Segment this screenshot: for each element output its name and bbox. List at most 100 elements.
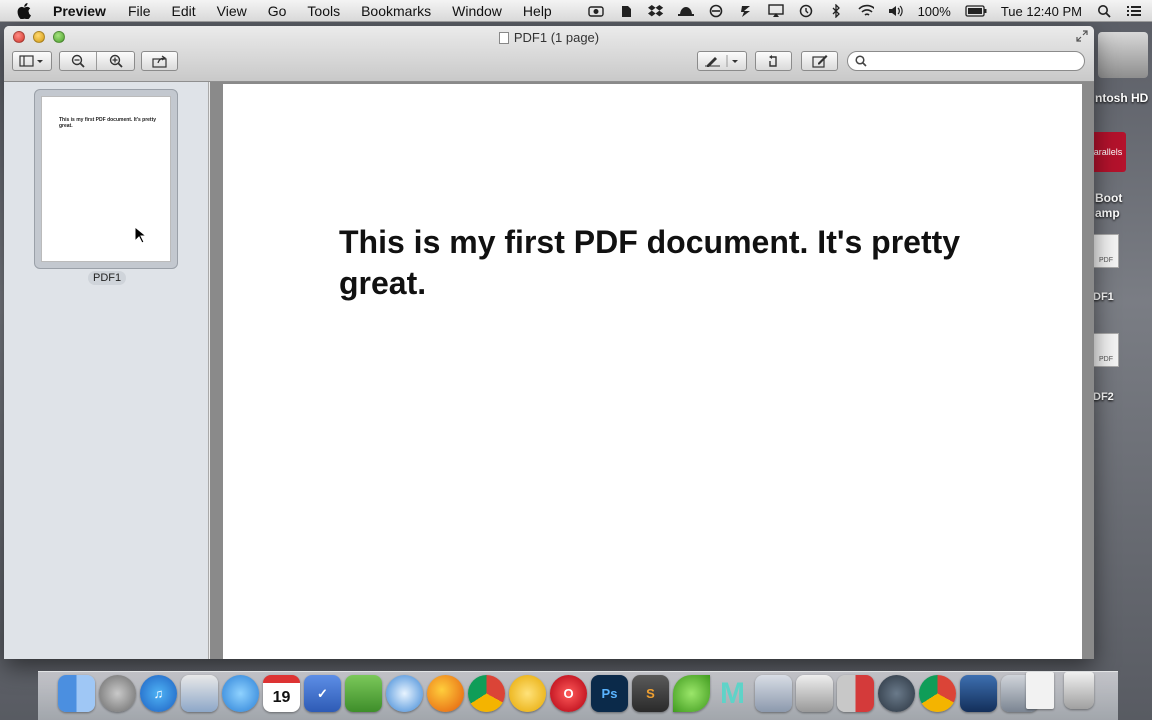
window-title: PDF1 (1 page) <box>4 30 1094 45</box>
search-input[interactable] <box>871 54 1084 68</box>
document-text: This is my first PDF document. It's pret… <box>339 224 961 301</box>
chrome-canary-icon[interactable] <box>509 675 546 712</box>
spotlight-icon[interactable] <box>1096 4 1112 18</box>
parallels-label: arallels <box>1093 147 1123 157</box>
bootcamp-label: Boot amp <box>1095 191 1123 220</box>
thumbnail-label: PDF1 <box>88 271 127 285</box>
network-utility-icon[interactable] <box>878 675 915 712</box>
preview-window: PDF1 (1 page) This is my first PDF docum… <box>4 26 1094 659</box>
pen-icon <box>705 55 738 67</box>
page-thumbnail-selected[interactable]: This is my first PDF document. It's pret… <box>34 89 178 269</box>
dock-icons: ♫ 19 ✓ O Ps S M <box>58 672 1038 712</box>
chrome-icon[interactable] <box>468 675 505 712</box>
image-capture-icon[interactable] <box>960 675 997 712</box>
thumbnail-text: This is my first PDF document. It's pret… <box>59 117 157 129</box>
apple-icon[interactable] <box>17 2 41 19</box>
reminders-icon[interactable]: ✓ <box>304 675 341 712</box>
airplay-icon[interactable] <box>767 4 784 18</box>
menu-help[interactable]: Help <box>523 3 552 19</box>
search-icon <box>855 55 867 67</box>
desktop-pdf2-label: DF2 <box>1093 391 1114 403</box>
do-not-disturb-icon[interactable] <box>708 4 724 18</box>
zoom-out-button[interactable] <box>60 52 97 70</box>
fullscreen-icon[interactable] <box>1076 30 1088 45</box>
document-proxy-icon[interactable] <box>498 31 509 44</box>
annotate-button[interactable] <box>801 51 838 71</box>
camera-icon[interactable] <box>587 4 604 18</box>
desktop-pdf2-icon[interactable]: PDF <box>1093 333 1119 367</box>
menu-view[interactable]: View <box>217 3 247 19</box>
m-app-icon[interactable]: M <box>714 675 751 712</box>
hat-icon[interactable] <box>677 4 694 18</box>
pdf-page[interactable]: This is my first PDF document. It's pret… <box>223 84 1082 659</box>
menu-window[interactable]: Window <box>452 3 502 19</box>
share-button[interactable] <box>141 51 178 71</box>
photoshop-icon[interactable]: Ps <box>591 675 628 712</box>
chrome-app-icon[interactable] <box>919 675 956 712</box>
preview-app-icon[interactable] <box>755 675 792 712</box>
bluetooth-icon[interactable] <box>828 4 844 18</box>
share-icon <box>151 55 167 68</box>
zoom-in-icon <box>109 54 123 68</box>
title-bar[interactable]: PDF1 (1 page) <box>4 26 1094 82</box>
rotate-icon <box>768 55 777 67</box>
thumbnail-sidebar: This is my first PDF document. It's pret… <box>4 82 209 659</box>
desktop-pdf1-badge: PDF <box>1099 257 1113 264</box>
document-view[interactable]: This is my first PDF document. It's pret… <box>210 82 1094 659</box>
sidebar-icon <box>19 55 43 67</box>
safari-icon[interactable] <box>386 675 423 712</box>
leaf-app-icon[interactable] <box>673 675 710 712</box>
dock-document-icon[interactable] <box>1026 672 1054 709</box>
mail-icon[interactable] <box>181 675 218 712</box>
launchpad-icon[interactable] <box>99 675 136 712</box>
zoom-in-button[interactable] <box>97 52 134 70</box>
mouse-pointer-icon <box>134 225 148 249</box>
parallels-dock-icon[interactable] <box>837 675 874 712</box>
screen-icon[interactable] <box>796 675 833 712</box>
finder-icon[interactable] <box>58 675 95 712</box>
photoshop-label: Ps <box>601 686 618 701</box>
sublime-icon[interactable]: S <box>632 675 669 712</box>
rotate-button[interactable] <box>755 51 792 71</box>
volume-icon[interactable] <box>888 4 904 18</box>
search-field[interactable] <box>847 51 1085 71</box>
battery-icon[interactable] <box>965 4 987 18</box>
bolt-icon[interactable] <box>738 4 754 18</box>
evernote-icon[interactable] <box>618 4 634 18</box>
menu-tools[interactable]: Tools <box>307 3 340 19</box>
zoom-out-icon <box>71 54 85 68</box>
menu-bar: Preview File Edit View Go Tools Bookmark… <box>0 0 1152 22</box>
desktop-pdf1-icon[interactable]: PDF <box>1093 234 1119 268</box>
battery-percent[interactable]: 100% <box>918 4 951 19</box>
opera-icon[interactable]: O <box>550 675 587 712</box>
hard-disk-icon[interactable] <box>1098 32 1148 78</box>
menu-edit[interactable]: Edit <box>172 3 196 19</box>
dock-right <box>1026 672 1094 709</box>
menu-go[interactable]: Go <box>268 3 287 19</box>
menu-clock[interactable]: Tue 12:40 PM <box>1001 4 1082 19</box>
calendar-icon[interactable]: 19 <box>263 675 300 712</box>
menu-file[interactable]: File <box>128 3 151 19</box>
hard-disk-label: ntosh HD <box>1095 91 1149 105</box>
parallels-icon[interactable]: arallels <box>1090 132 1126 172</box>
desktop-pdf2-badge: PDF <box>1099 356 1113 363</box>
trash-icon[interactable] <box>1064 672 1094 709</box>
window-title-text: PDF1 (1 page) <box>513 30 600 45</box>
notification-center-icon[interactable] <box>1126 4 1142 18</box>
sidebar-view-button[interactable] <box>12 51 52 71</box>
wifi-icon[interactable] <box>857 4 874 18</box>
dropbox-icon[interactable] <box>647 4 664 18</box>
firefox-icon[interactable] <box>427 675 464 712</box>
markup-button[interactable] <box>697 51 747 71</box>
menu-app-name[interactable]: Preview <box>53 3 106 19</box>
desktop-pdf1-label: DF1 <box>1093 291 1114 303</box>
calendar-day: 19 <box>272 688 291 706</box>
menu-bookmarks[interactable]: Bookmarks <box>361 3 431 19</box>
itunes-icon[interactable]: ♫ <box>140 675 177 712</box>
thumbnail-page[interactable]: This is my first PDF document. It's pret… <box>41 96 171 262</box>
messages-icon[interactable] <box>222 675 259 712</box>
evernote-dock-icon[interactable] <box>345 675 382 712</box>
edit-icon <box>811 55 827 68</box>
time-machine-icon[interactable] <box>798 4 814 18</box>
status-area: 100% Tue 12:40 PM <box>587 0 1142 22</box>
